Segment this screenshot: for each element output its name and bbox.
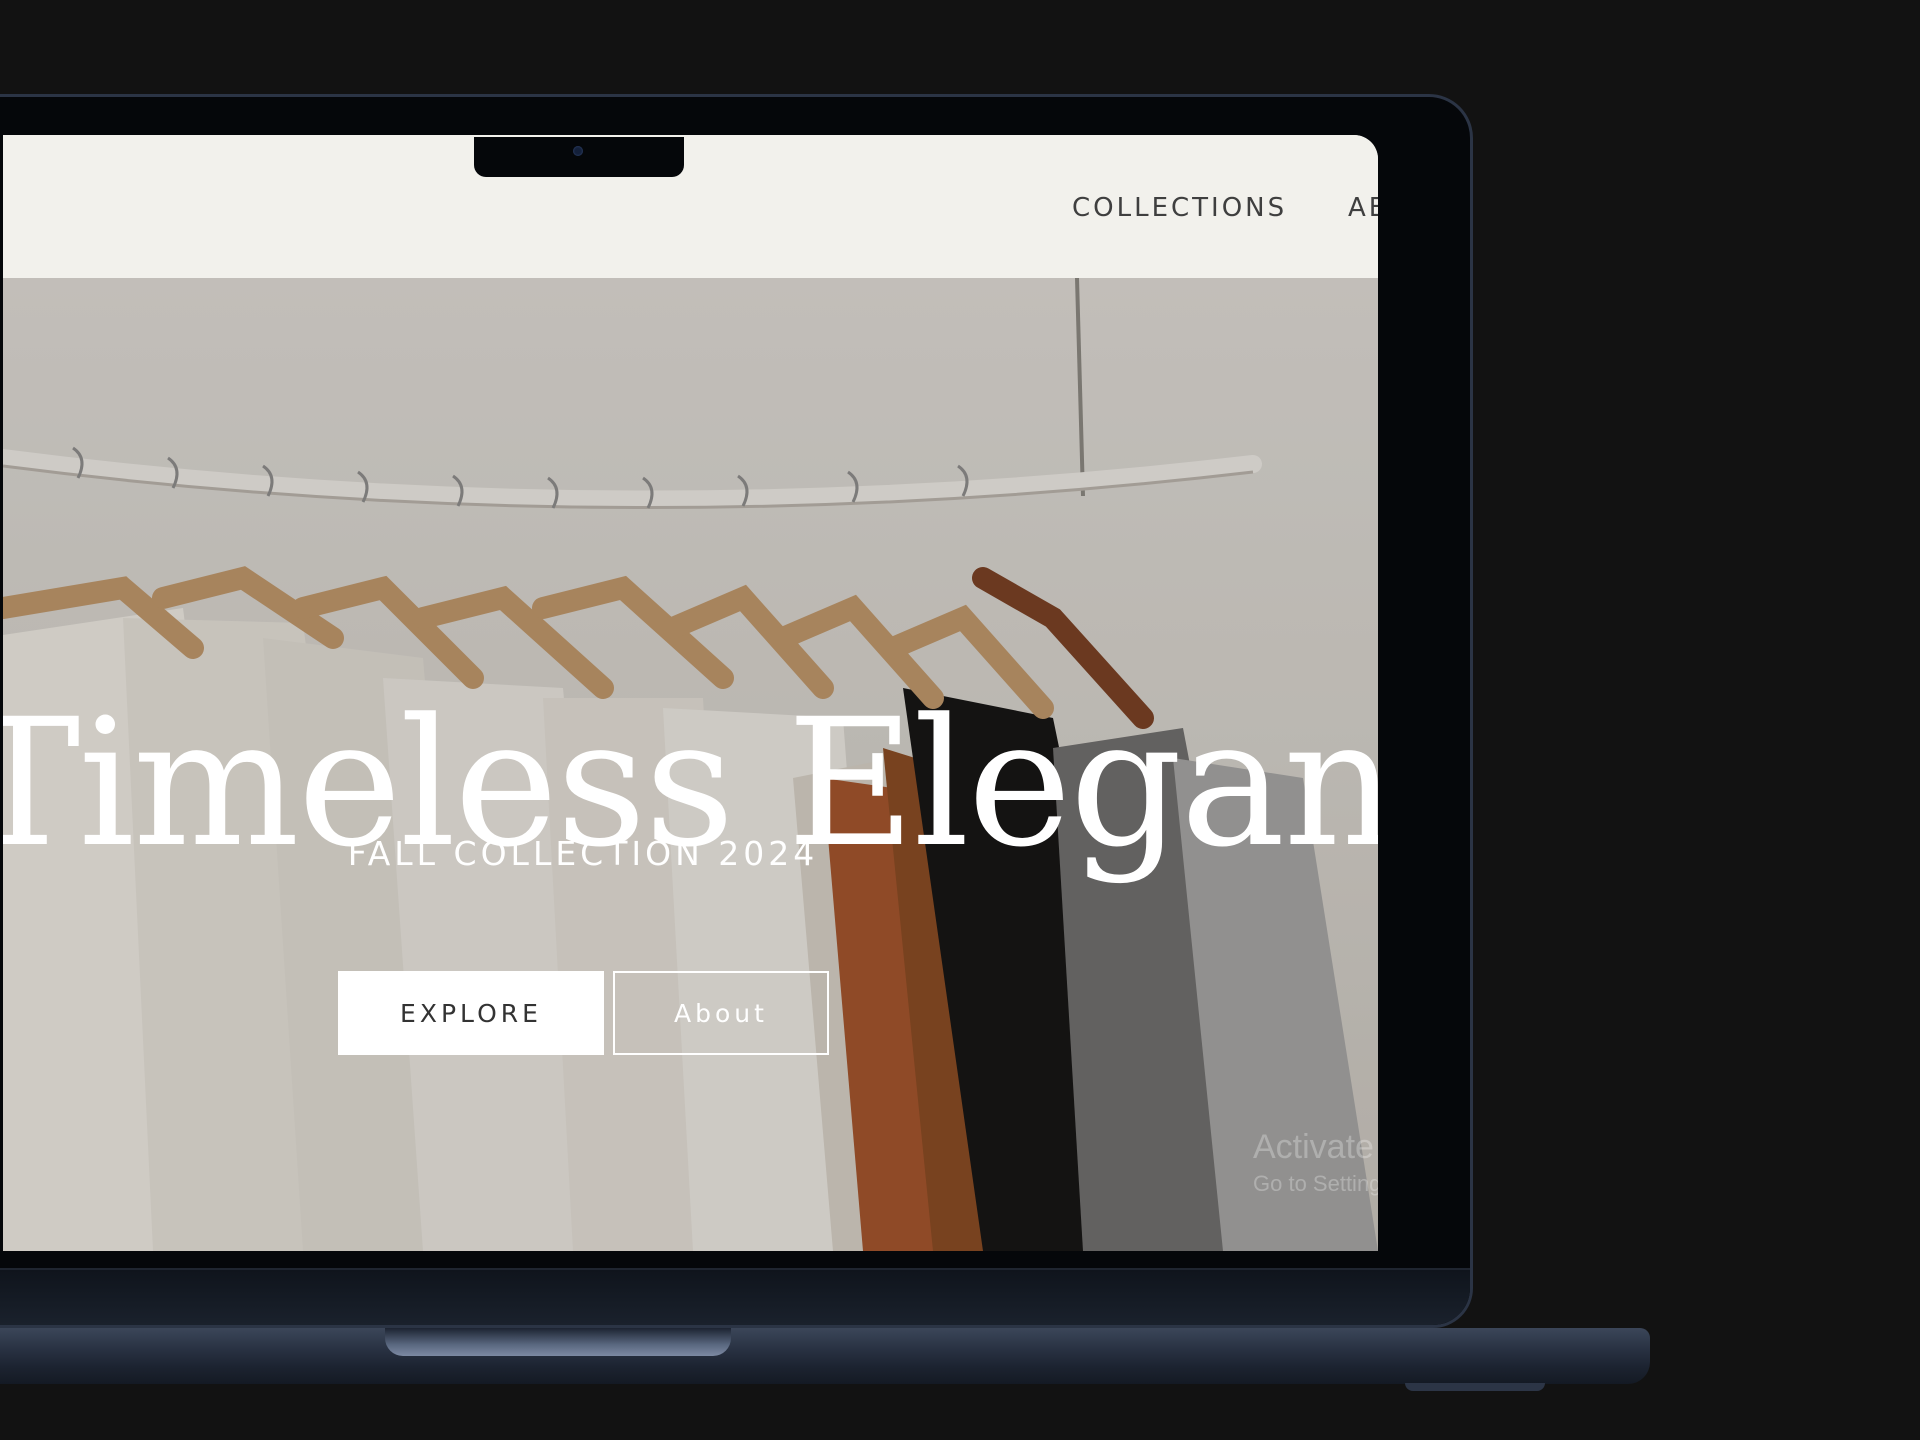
watermark-subtitle: Go to Settings to activate Windows. [1253, 1171, 1378, 1196]
hero-subtitle: FALL COLLECTION 2024 [347, 834, 819, 873]
activate-windows-watermark: Activate Windows Go to Settings to activ… [1253, 1128, 1378, 1197]
lid-opening-groove [385, 1328, 731, 1356]
watermark-title: Activate Windows [1253, 1128, 1378, 1166]
camera-icon [573, 146, 583, 156]
laptop-lid: COLLECTIONS AB [0, 94, 1473, 1328]
camera-notch [474, 137, 684, 177]
screen-bottom-bezel [0, 1268, 1470, 1325]
hero-section: Timeless Elegance FALL COLLECTION 2024 E… [3, 278, 1378, 1251]
explore-button[interactable]: EXPLORE [338, 971, 604, 1055]
about-button[interactable]: About [613, 971, 829, 1055]
laptop-base [0, 1328, 1650, 1384]
nav-link-collections[interactable]: COLLECTIONS [1072, 193, 1287, 223]
laptop-foot [1405, 1383, 1545, 1391]
laptop-screen: COLLECTIONS AB [3, 135, 1378, 1251]
site-header: COLLECTIONS AB [3, 135, 1378, 278]
nav-link-about[interactable]: AB [1348, 193, 1378, 223]
